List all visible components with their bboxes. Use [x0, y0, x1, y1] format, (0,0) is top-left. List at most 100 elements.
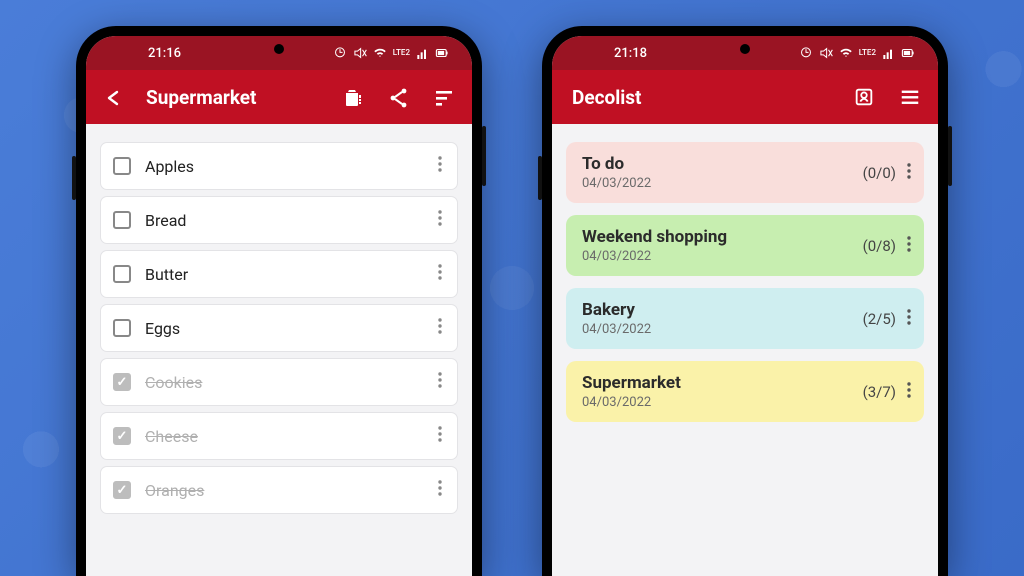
- item-label: Cheese: [145, 427, 433, 446]
- list-count: (3/7): [863, 383, 896, 401]
- screen-right: 21:18 LTE2 Decolist: [552, 36, 938, 576]
- checklist-item[interactable]: Eggs: [100, 304, 458, 352]
- item-menu-button[interactable]: [433, 156, 447, 176]
- app-bar: Supermarket: [86, 70, 472, 124]
- checkbox[interactable]: [113, 157, 131, 175]
- checklist-content: Apples Bread Butter Eggs Cookies Cheese Orange…: [86, 124, 472, 576]
- item-label: Apples: [145, 157, 433, 176]
- camera-notch: [740, 44, 750, 54]
- kebab-icon: [437, 156, 443, 172]
- item-menu-button[interactable]: [433, 210, 447, 230]
- status-time: 21:18: [614, 46, 647, 61]
- list-count: (2/5): [863, 310, 896, 328]
- item-menu-button[interactable]: [433, 372, 447, 392]
- wifi-icon: [373, 46, 387, 60]
- list-card[interactable]: Bakery 04/03/2022(2/5): [566, 288, 924, 349]
- kebab-icon: [437, 264, 443, 280]
- status-net-label: LTE2: [393, 49, 410, 57]
- status-net-label: LTE2: [859, 49, 876, 57]
- archive-button[interactable]: [850, 83, 878, 111]
- wifi-icon: [839, 46, 853, 60]
- list-menu-button[interactable]: [906, 163, 912, 183]
- page-title: Supermarket: [146, 86, 256, 109]
- list-title: Supermarket: [582, 373, 863, 393]
- list-meta: To do 04/03/2022: [582, 154, 863, 191]
- item-label: Butter: [145, 265, 433, 284]
- kebab-icon: [437, 372, 443, 388]
- item-label: Eggs: [145, 319, 433, 338]
- menu-button[interactable]: [896, 83, 924, 111]
- status-bar: 21:16 LTE2: [86, 36, 472, 70]
- battery-icon: [434, 46, 450, 60]
- status-time: 21:16: [148, 46, 181, 61]
- share-button[interactable]: [384, 83, 412, 111]
- item-menu-button[interactable]: [433, 264, 447, 284]
- back-arrow-icon: [103, 86, 125, 108]
- camera-notch: [274, 44, 284, 54]
- app-title: Decolist: [572, 86, 641, 109]
- sort-icon: [433, 86, 455, 108]
- list-title: To do: [582, 154, 863, 174]
- mute-icon: [819, 46, 833, 60]
- battery-icon: [900, 46, 916, 60]
- app-bar: Decolist: [552, 70, 938, 124]
- list-count: (0/8): [863, 237, 896, 255]
- checklist-item[interactable]: Bread: [100, 196, 458, 244]
- checkbox[interactable]: [113, 427, 131, 445]
- kebab-icon: [437, 480, 443, 496]
- phone-right: 21:18 LTE2 Decolist: [542, 26, 948, 576]
- delete-button[interactable]: [338, 83, 366, 111]
- item-menu-button[interactable]: [433, 426, 447, 446]
- alarm-icon: [333, 46, 347, 60]
- list-title: Weekend shopping: [582, 227, 863, 247]
- item-menu-button[interactable]: [433, 480, 447, 500]
- kebab-icon: [437, 426, 443, 442]
- status-icons: LTE2: [333, 46, 450, 60]
- list-date: 04/03/2022: [582, 322, 863, 337]
- kebab-icon: [906, 163, 912, 179]
- checklist-item[interactable]: Butter: [100, 250, 458, 298]
- list-meta: Supermarket 04/03/2022: [582, 373, 863, 410]
- checklist-item[interactable]: Cookies: [100, 358, 458, 406]
- item-label: Oranges: [145, 481, 433, 500]
- checklist-item[interactable]: Apples: [100, 142, 458, 190]
- list-menu-button[interactable]: [906, 309, 912, 329]
- list-meta: Weekend shopping 04/03/2022: [582, 227, 863, 264]
- checkbox[interactable]: [113, 319, 131, 337]
- screen-left: 21:16 LTE2 Supermarket: [86, 36, 472, 576]
- signal-icon: [882, 46, 894, 60]
- checkbox[interactable]: [113, 373, 131, 391]
- list-card[interactable]: Supermarket 04/03/2022(3/7): [566, 361, 924, 422]
- checkbox[interactable]: [113, 265, 131, 283]
- list-meta: Bakery 04/03/2022: [582, 300, 863, 337]
- list-title: Bakery: [582, 300, 863, 320]
- status-icons: LTE2: [799, 46, 916, 60]
- share-icon: [387, 86, 409, 108]
- list-date: 04/03/2022: [582, 395, 863, 410]
- status-bar: 21:18 LTE2: [552, 36, 938, 70]
- signal-icon: [416, 46, 428, 60]
- list-date: 04/03/2022: [582, 249, 863, 264]
- item-label: Cookies: [145, 373, 433, 392]
- checklist-item[interactable]: Oranges: [100, 466, 458, 514]
- kebab-icon: [437, 210, 443, 226]
- list-count: (0/0): [863, 164, 896, 182]
- list-menu-button[interactable]: [906, 382, 912, 402]
- phone-left: 21:16 LTE2 Supermarket: [76, 26, 482, 576]
- item-menu-button[interactable]: [433, 318, 447, 338]
- kebab-icon: [437, 318, 443, 334]
- item-label: Bread: [145, 211, 433, 230]
- list-card[interactable]: To do 04/03/2022(0/0): [566, 142, 924, 203]
- lists-content: To do04/03/2022(0/0)Weekend shopping04/0…: [552, 124, 938, 576]
- sort-button[interactable]: [430, 83, 458, 111]
- checkbox[interactable]: [113, 211, 131, 229]
- checklist-item[interactable]: Cheese: [100, 412, 458, 460]
- list-date: 04/03/2022: [582, 176, 863, 191]
- list-card[interactable]: Weekend shopping 04/03/2022(0/8): [566, 215, 924, 276]
- contact-card-icon: [853, 86, 875, 108]
- checkbox[interactable]: [113, 481, 131, 499]
- kebab-icon: [906, 236, 912, 252]
- list-menu-button[interactable]: [906, 236, 912, 256]
- trash-icon: [341, 86, 363, 108]
- back-button[interactable]: [100, 83, 128, 111]
